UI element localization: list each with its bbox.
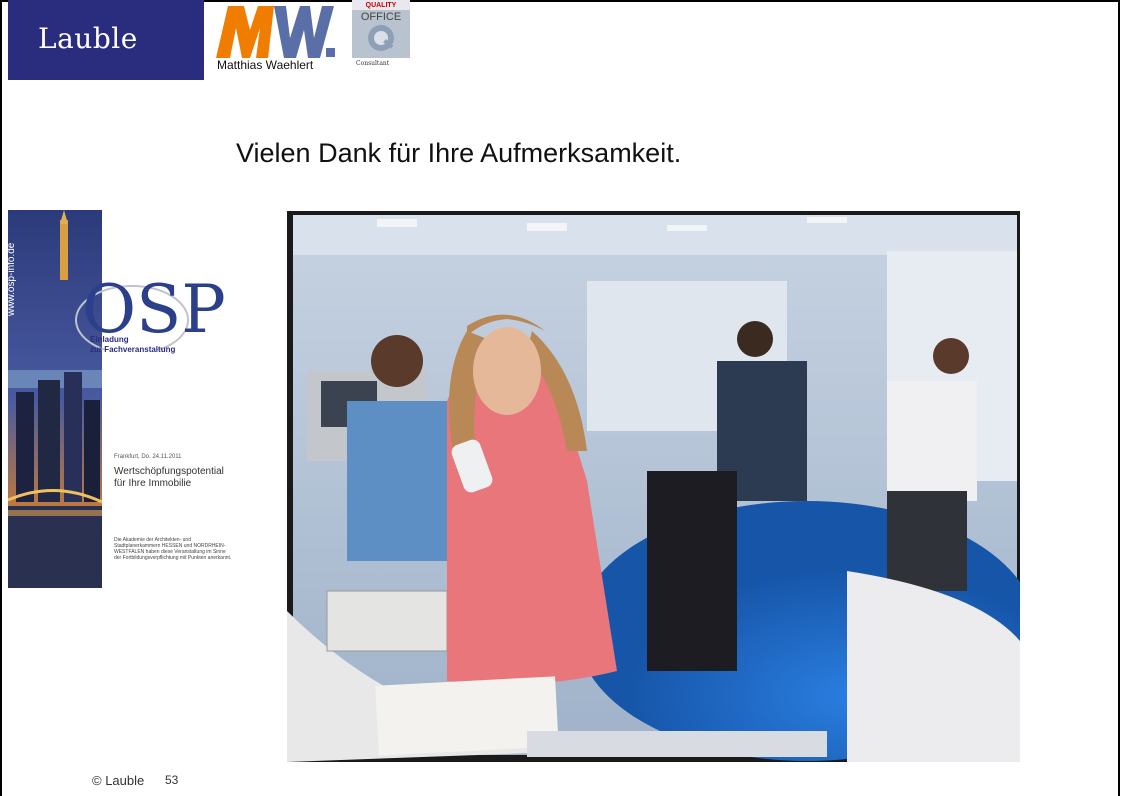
flyer-topic-line-1: Wertschöpfungspotential — [114, 466, 224, 477]
brand-bar: Lauble — [8, 0, 204, 80]
flyer-date: Frankfurt, Do. 24.11.2011 — [114, 454, 182, 460]
quality-label: QUALITY — [366, 2, 397, 9]
flyer-topic-line-2: für Ihre Immobilie — [114, 478, 192, 489]
partner-caption: Matthias Waehlert — [217, 58, 314, 72]
osp-flyer: www.osp-info.de OSP Einladung zur Fachve… — [6, 210, 234, 590]
copyright: © Lauble — [92, 773, 145, 788]
quality-caption: Consultant — [356, 60, 390, 67]
headline: Vielen Dank für Ihre Aufmerksamkeit. — [236, 138, 682, 168]
flyer-body: Die Akademie der Architekten- und Stadtp… — [114, 537, 232, 561]
flyer-url: www.osp-info.de — [6, 242, 17, 316]
page-number: 53 — [165, 773, 179, 787]
flyer-topic: Wertschöpfungspotential für Ihre Immobil… — [114, 466, 224, 490]
flyer-subtitle-line-2: zur Fachveranstaltung — [90, 345, 176, 354]
office-label: OFFICE — [361, 11, 401, 23]
flyer-subtitle-line-1: Einladung — [90, 335, 129, 344]
brand-name: Lauble — [38, 22, 138, 55]
office-callcenter-video-still[interactable] — [287, 211, 1020, 762]
flyer-subtitle: Einladung zur Fachveranstaltung — [90, 335, 175, 355]
